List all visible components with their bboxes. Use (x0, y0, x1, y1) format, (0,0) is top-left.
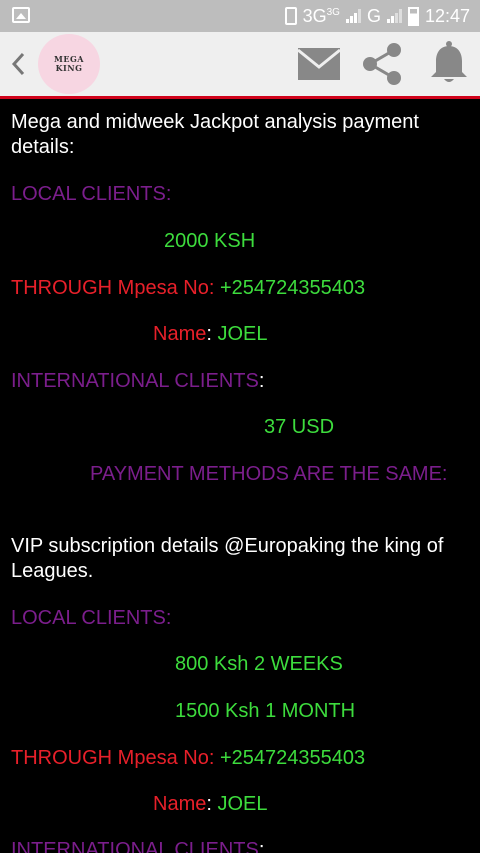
vip-price-1-month: 1500 Ksh 1 MONTH (175, 700, 356, 722)
vip-price-2-weeks: 800 Ksh 2 WEEKS (175, 653, 343, 675)
vip-mpesa-line: THROUGH Mpesa No: +254724355403 (11, 746, 365, 770)
mpesa-label: THROUGH Mpesa No: (11, 277, 215, 299)
share-icon[interactable] (358, 40, 406, 88)
vip-name-value: JOEL (217, 793, 268, 815)
local-clients-label: LOCAL CLIENTS: (11, 183, 172, 205)
mail-icon[interactable] (295, 40, 343, 88)
local-clients-price: 2000 KSH (164, 230, 256, 252)
image-notification-icon (12, 7, 30, 23)
signal-g-icon (386, 9, 402, 23)
vip-subscription-heading: VIP subscription details @Europaking the… (11, 535, 444, 582)
chevron-left-icon (11, 52, 25, 76)
network-g-label: G (366, 5, 381, 26)
vip-international-clients-label: INTERNATIONAL CLIENTS (11, 839, 259, 853)
name-label: Name (153, 323, 207, 345)
vibrate-icon (284, 7, 297, 25)
vip-mpesa-number[interactable]: +254724355403 (220, 747, 365, 769)
logo-text-line2: KING (55, 63, 83, 73)
mpesa-number[interactable]: +254724355403 (220, 277, 365, 299)
app-logo[interactable]: MEGA KING (38, 34, 100, 94)
vip-international-clients-line: INTERNATIONAL CLIENTS: (11, 838, 264, 853)
app-bar: MEGA KING (0, 32, 480, 99)
payment-methods-note: PAYMENT METHODS ARE THE SAME: (90, 463, 448, 485)
jackpot-payment-heading: Mega and midweek Jackpot analysis paymen… (11, 111, 419, 158)
international-colon: : (258, 370, 265, 392)
name-value: JOEL (217, 323, 268, 345)
status-bar: 3G3G G 12:47 (0, 0, 480, 32)
vip-name-label: Name (153, 793, 207, 815)
status-indicators: 3G3G G 12:47 (284, 0, 470, 32)
international-clients-line: INTERNATIONAL CLIENTS: (11, 369, 264, 393)
back-button[interactable] (6, 46, 32, 82)
vip-international-colon: : (258, 839, 265, 853)
international-clients-label: INTERNATIONAL CLIENTS (11, 370, 259, 392)
international-price: 37 USD (264, 416, 335, 438)
vip-name-line: Name: JOEL (153, 792, 268, 816)
name-colon: : (206, 323, 212, 345)
vip-mpesa-label: THROUGH Mpesa No: (11, 747, 215, 769)
status-time: 12:47 (424, 5, 470, 26)
battery-icon (407, 6, 419, 26)
name-line: Name: JOEL (153, 322, 268, 346)
signal-3g-icon (345, 9, 361, 23)
bell-icon[interactable] (425, 40, 473, 88)
vip-name-colon: : (206, 793, 212, 815)
network-3g-label: 3G3G (302, 5, 340, 26)
vip-local-clients-label: LOCAL CLIENTS: (11, 607, 172, 629)
mpesa-line: THROUGH Mpesa No: +254724355403 (11, 276, 365, 300)
post-content: Mega and midweek Jackpot analysis paymen… (0, 99, 480, 853)
